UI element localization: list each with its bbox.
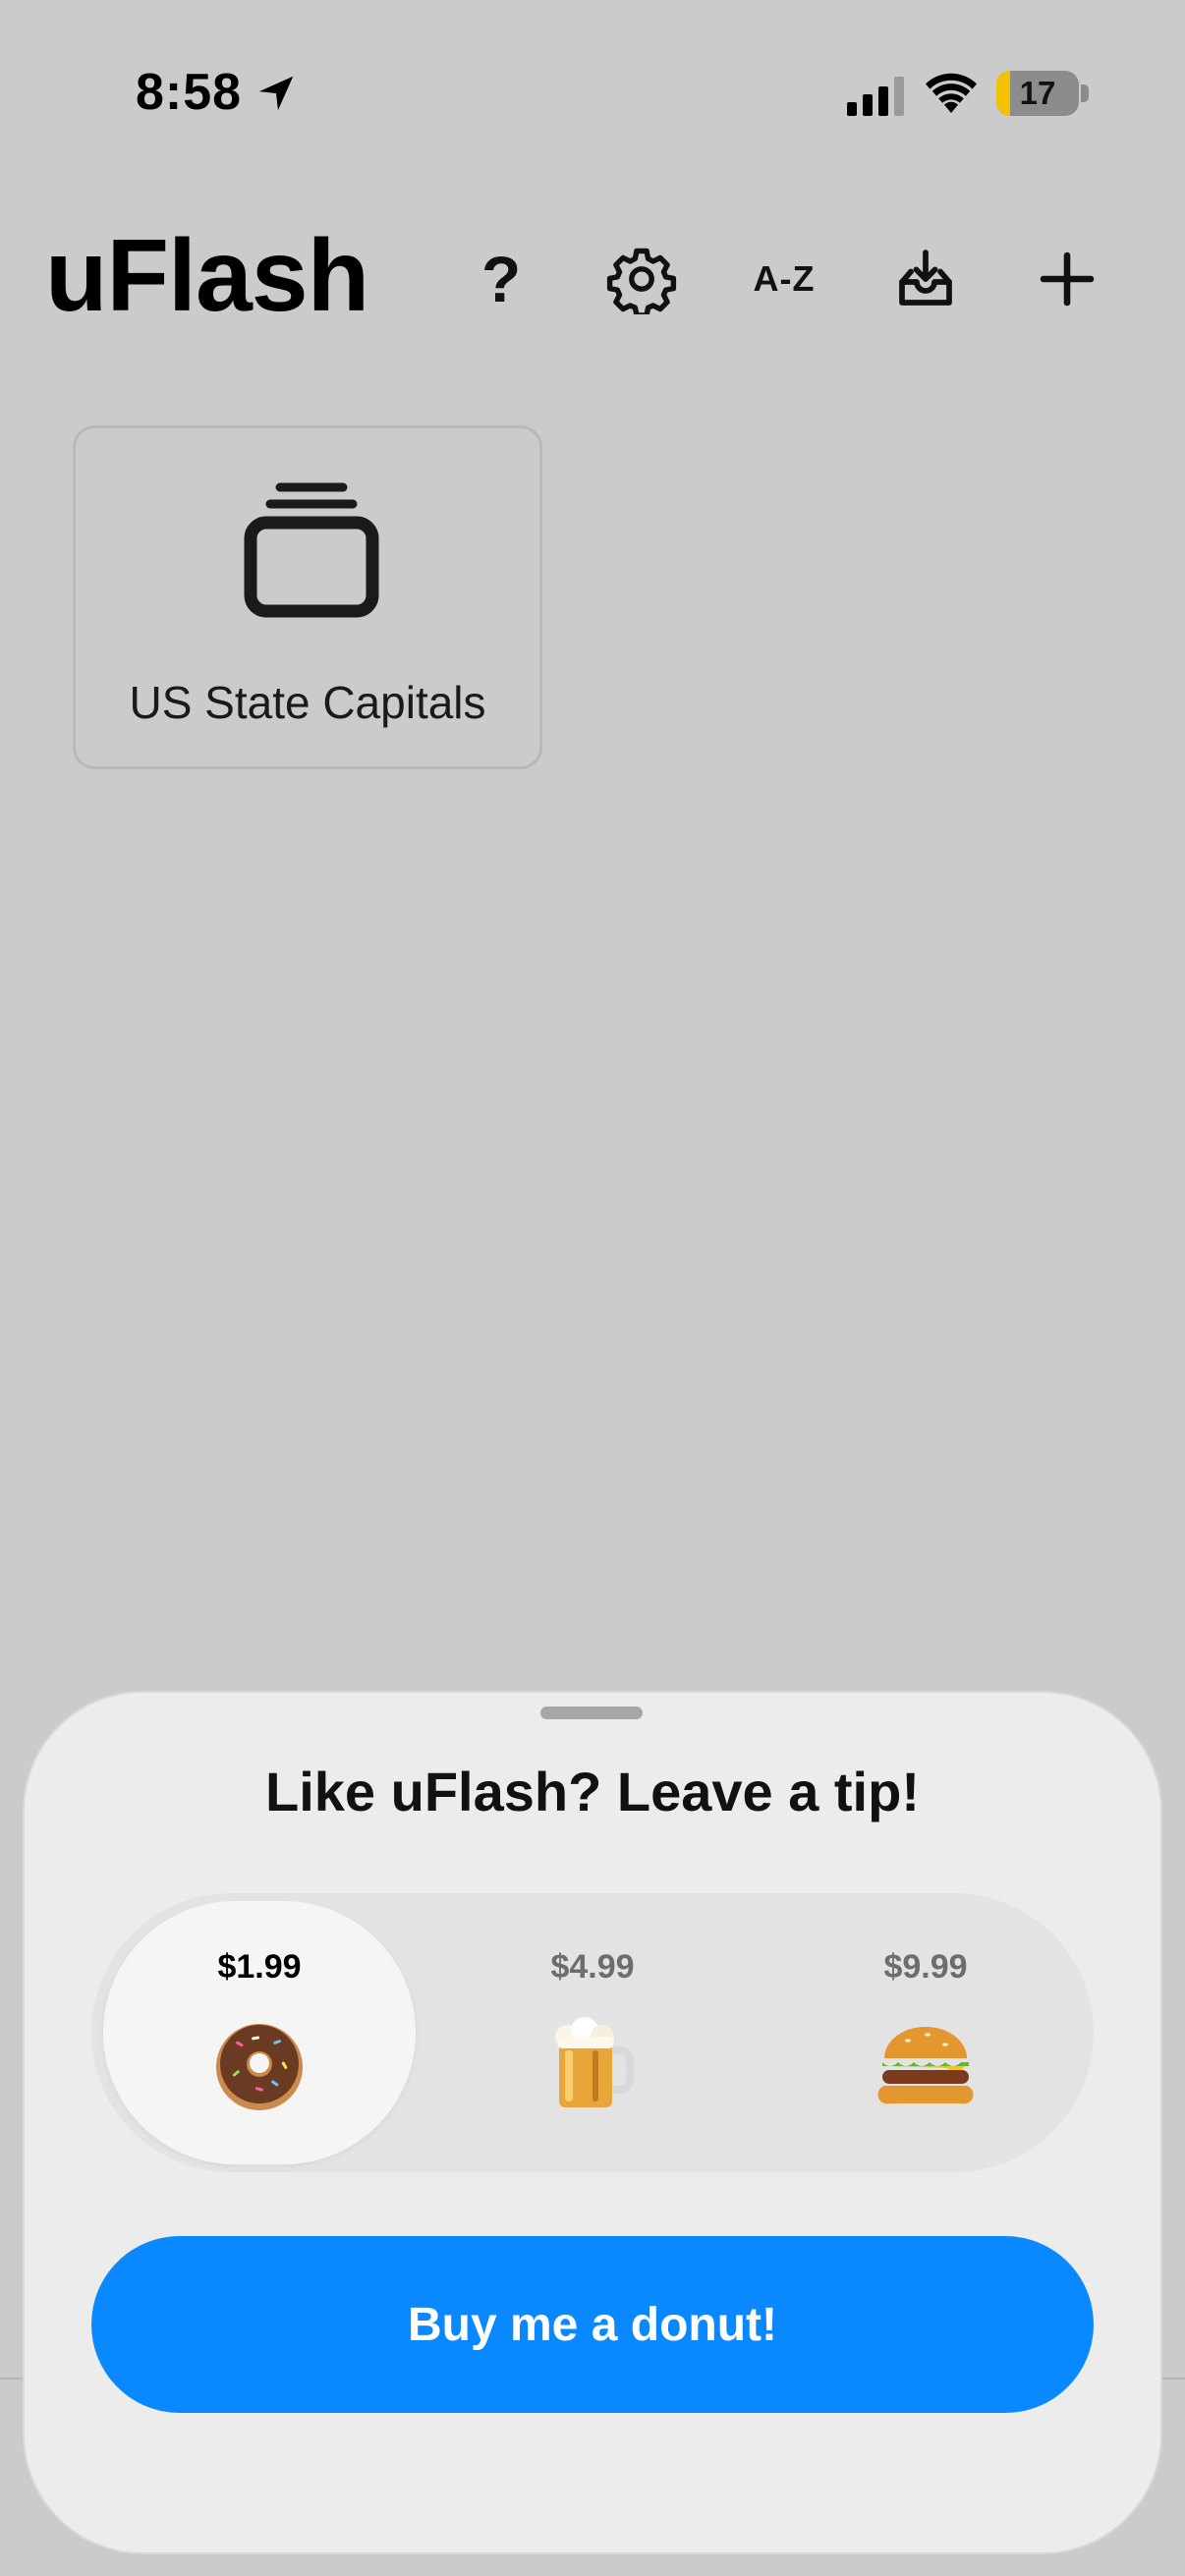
import-button[interactable] [886,240,965,318]
help-button[interactable]: ? [462,240,540,318]
tip-option-beer[interactable]: $4.99 [436,1901,749,2164]
battery-level: 17 [1019,75,1056,111]
gear-icon [606,248,677,314]
donut-icon [216,2024,303,2110]
wifi-icon [926,73,977,113]
tip-option-donut[interactable]: $1.99 [103,1901,416,2164]
tray-download-icon [899,250,952,306]
location-arrow-icon [258,76,294,111]
plus-icon [1040,252,1095,307]
settings-button[interactable] [602,240,681,318]
hamburger-icon [877,2027,974,2104]
tip-amount-selector: $1.99 $4.99 $9.99 [91,1893,1094,2172]
stack-icon [244,482,379,618]
tip-price: $4.99 [550,1948,635,1986]
deck-name: US State Capitals [129,677,486,728]
cellular-signal-icon [847,77,904,116]
tip-bottom-sheet: Like uFlash? Leave a tip! $1.99 $4.99 $9… [25,1693,1160,2552]
beer-mug-icon [555,2017,634,2107]
buy-tip-button[interactable]: Buy me a donut! [91,2236,1094,2413]
tip-price: $1.99 [217,1948,302,1986]
battery-cap [1081,84,1089,102]
sort-az-label: A-Z [753,258,816,299]
question-mark-icon: ? [480,243,522,315]
deck-card[interactable]: US State Capitals [73,425,542,769]
tip-option-burger[interactable]: $9.99 [769,1901,1082,2164]
sheet-grabber[interactable] [540,1707,643,1719]
tip-price: $9.99 [883,1948,968,1986]
status-bar: 8:58 17 [0,0,1185,196]
battery-indicator: 17 [996,71,1079,116]
sheet-title: Like uFlash? Leave a tip! [265,1761,920,1822]
add-deck-button[interactable] [1028,240,1106,318]
status-time: 8:58 [136,64,243,121]
sort-az-button[interactable]: A-Z [745,240,823,318]
app-title: uFlash [45,219,369,333]
